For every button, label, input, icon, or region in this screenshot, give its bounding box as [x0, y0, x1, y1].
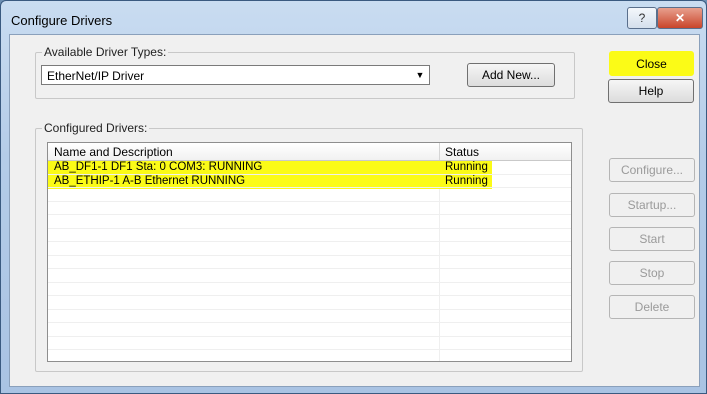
chevron-down-icon[interactable]: ▼ — [412, 67, 428, 83]
available-driver-types-label: Available Driver Types: — [42, 45, 169, 59]
driver-name: AB_DF1-1 DF1 Sta: 0 COM3: RUNNING — [54, 161, 263, 173]
titlebar-close-button[interactable]: ✕ — [657, 7, 703, 29]
close-button[interactable]: Close — [609, 51, 694, 76]
table-row[interactable]: AB_ETHIP-1 A-B Ethernet RUNNING Running — [48, 174, 571, 188]
start-button[interactable]: Start — [609, 227, 695, 251]
driver-type-select[interactable]: EtherNet/IP Driver ▼ — [41, 65, 430, 85]
startup-label: Startup... — [627, 198, 677, 212]
close-icon: ✕ — [674, 11, 686, 25]
table-row — [48, 296, 571, 310]
table-row — [48, 269, 571, 283]
titlebar-help-button[interactable]: ? — [627, 7, 657, 29]
close-label: Close — [636, 56, 667, 71]
table-row — [48, 229, 571, 242]
add-new-label: Add New... — [481, 68, 541, 82]
table-row — [48, 323, 571, 337]
configure-button[interactable]: Configure... — [609, 158, 695, 182]
table-row — [48, 310, 571, 323]
stop-label: Stop — [639, 266, 665, 280]
driver-status: Running — [445, 174, 488, 187]
stop-button[interactable]: Stop — [609, 261, 695, 285]
question-icon: ? — [638, 11, 646, 25]
startup-button[interactable]: Startup... — [609, 193, 695, 217]
column-header-status[interactable]: Status — [445, 145, 479, 159]
table-row — [48, 242, 571, 256]
table-row — [48, 350, 571, 361]
driver-rows: AB_DF1-1 DF1 Sta: 0 COM3: RUNNING Runnin… — [48, 161, 571, 361]
column-divider[interactable] — [439, 143, 440, 160]
table-row — [48, 202, 571, 215]
help-button[interactable]: Help — [608, 79, 694, 103]
table-row — [48, 215, 571, 229]
window-title: Configure Drivers — [11, 13, 113, 28]
table-row — [48, 256, 571, 269]
column-header-name[interactable]: Name and Description — [54, 145, 173, 159]
driver-name: AB_ETHIP-1 A-B Ethernet RUNNING — [54, 174, 246, 187]
list-header: Name and Description Status — [48, 143, 571, 161]
help-label: Help — [638, 84, 664, 98]
table-row — [48, 283, 571, 296]
table-row — [48, 337, 571, 350]
driver-status: Running — [445, 161, 488, 173]
add-new-button[interactable]: Add New... — [467, 63, 555, 87]
driver-type-selected: EtherNet/IP Driver — [47, 69, 145, 83]
title-bar[interactable]: Configure Drivers ? ✕ — [1, 1, 706, 35]
delete-button[interactable]: Delete — [609, 295, 695, 319]
configured-drivers-label: Configured Drivers: — [42, 121, 150, 135]
start-label: Start — [639, 232, 665, 246]
delete-label: Delete — [634, 300, 670, 314]
configured-drivers-list[interactable]: Name and Description Status AB_DF1-1 DF1… — [47, 142, 572, 362]
table-row — [48, 188, 571, 202]
table-row[interactable]: AB_DF1-1 DF1 Sta: 0 COM3: RUNNING Runnin… — [48, 161, 571, 175]
configure-label: Configure... — [620, 163, 684, 177]
configure-drivers-window: Configure Drivers ? ✕ Available Driver T… — [0, 0, 707, 394]
